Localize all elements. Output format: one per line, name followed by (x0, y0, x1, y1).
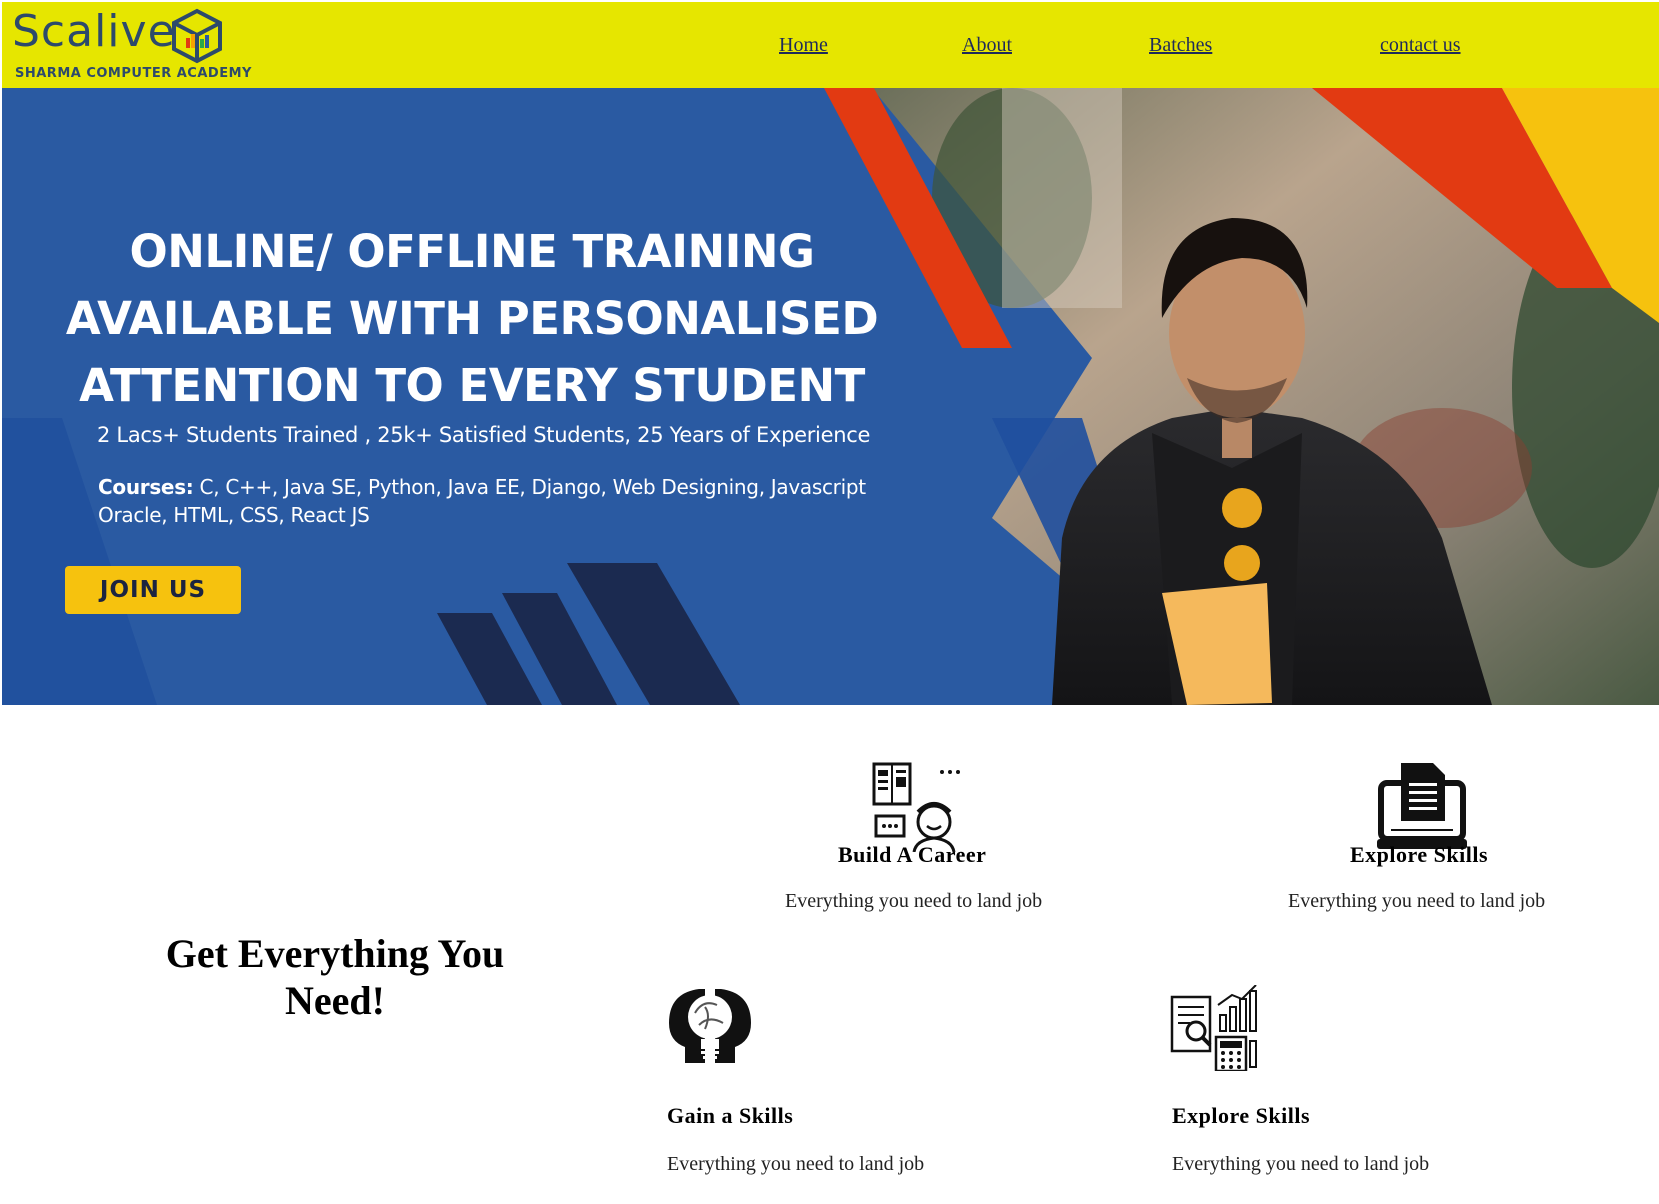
hero-headline-line: AVAILABLE WITH PERSONALISED (65, 292, 879, 345)
nav-about-link[interactable]: About (962, 34, 1012, 57)
courses-label: Courses: (98, 475, 194, 499)
nav-batches-link[interactable]: Batches (1149, 34, 1212, 57)
features-heading: Get Everything You Need! (165, 931, 505, 1023)
feature-desc: Everything you need to land job (1288, 890, 1546, 912)
analytics-icon (1170, 985, 1257, 1071)
nav-contact-link[interactable]: contact us (1380, 34, 1461, 57)
hero-headline-line: ATTENTION TO EVERY STUDENT (79, 359, 865, 412)
join-us-button[interactable]: JOIN US (65, 566, 241, 614)
nav-home-link[interactable]: Home (779, 34, 828, 57)
feature-title: Explore Skills (1172, 1103, 1311, 1128)
hero-headline-line: ONLINE/ OFFLINE TRAINING (129, 225, 815, 278)
hero-headline: ONLINE/ OFFLINE TRAINING AVAILABLE WITH … (62, 218, 882, 419)
cube-logo-icon (172, 8, 222, 64)
logo-wordmark: Scalive (12, 6, 176, 57)
feature-title: Build A Career (838, 842, 987, 867)
feature-title: Explore Skills (1350, 842, 1489, 867)
feature-card-explore: Explore Skills Everything you need to la… (1285, 760, 1565, 960)
feature-card-explore-2: Explore Skills Everything you need to la… (1170, 985, 1470, 1185)
brain-bulb-icon (669, 989, 751, 1063)
logo[interactable]: Scalive SHARMA COMPUTER ACADEMY (12, 6, 251, 86)
courses-list: C, C++, Java SE, Python, Java EE, Django… (98, 475, 866, 527)
programming-laptop-icon (1377, 763, 1467, 849)
feature-title: Gain a Skills (667, 1103, 794, 1128)
feature-desc: Everything you need to land job (785, 890, 1043, 912)
site-header: Scalive SHARMA COMPUTER ACADEMY Home Abo… (2, 2, 1659, 88)
hero-courses: Courses: C, C++, Java SE, Python, Java E… (98, 473, 878, 529)
hero-banner: ONLINE/ OFFLINE TRAINING AVAILABLE WITH … (2, 88, 1659, 705)
feature-card-gain: Gain a Skills Everything you need to lan… (665, 985, 965, 1185)
career-icon (872, 762, 960, 852)
logo-tagline: SHARMA COMPUTER ACADEMY (15, 66, 252, 81)
feature-card-career: Build A Career Everything you need to la… (780, 760, 1060, 960)
feature-desc: Everything you need to land job (667, 1153, 925, 1175)
hero-stats: 2 Lacs+ Students Trained , 25k+ Satisfie… (97, 423, 871, 447)
feature-desc: Everything you need to land job (1172, 1153, 1430, 1175)
